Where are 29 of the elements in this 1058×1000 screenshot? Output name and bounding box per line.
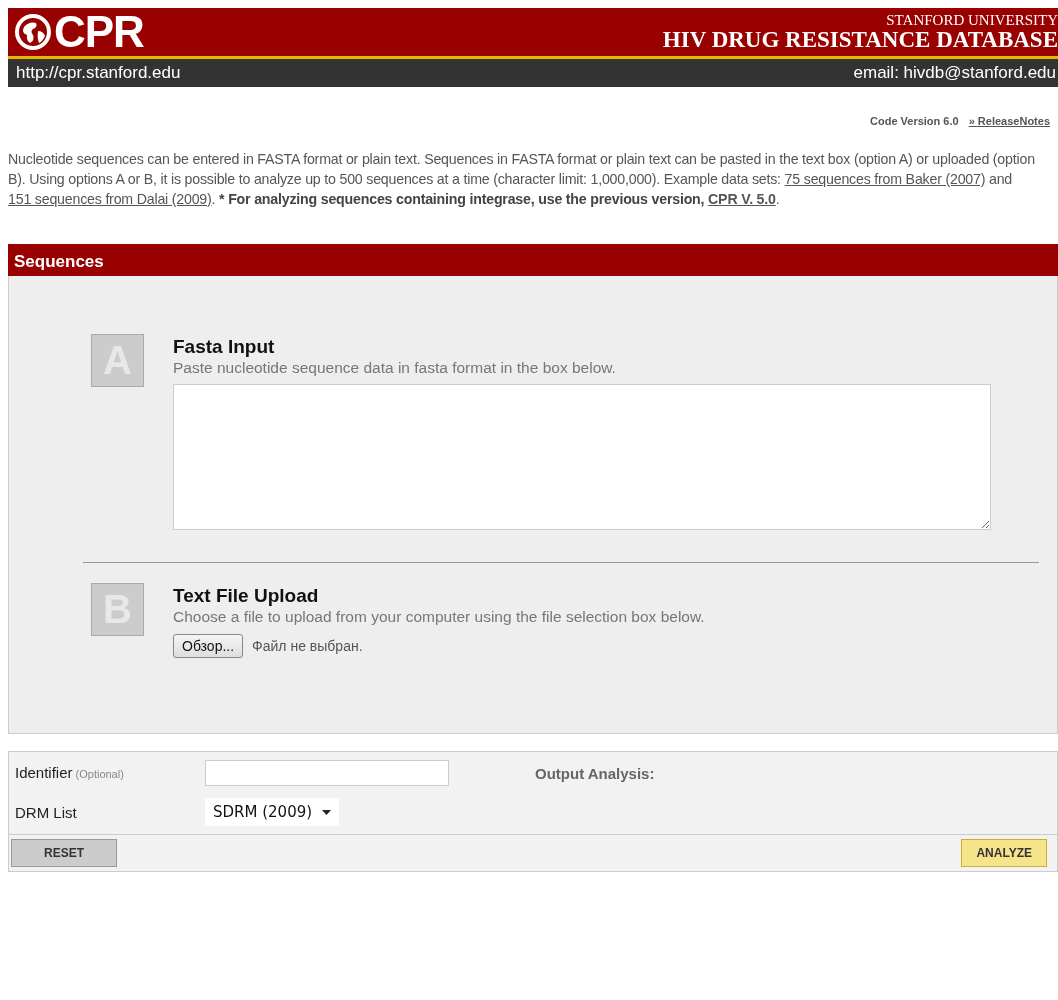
section-header: Sequences	[8, 244, 1058, 276]
browse-button[interactable]: Обзор...	[173, 634, 244, 658]
drm-list-dropdown[interactable]: SDRM (2009)	[205, 798, 340, 826]
contact-email: email: hivdb@stanford.edu	[853, 63, 1056, 83]
code-version: Code Version 6.0	[870, 115, 959, 127]
option-description: Choose a file to upload from your computer using the file selection box below.	[173, 608, 706, 626]
release-notes-link[interactable]: » ReleaseNotes	[968, 115, 1050, 127]
example-link[interactable]: 151 sequences from Dalai (2009)	[8, 191, 212, 207]
option-description: Paste nucleotide sequence data in fasta format in the box below.	[173, 359, 617, 377]
database-title: HIV DRUG RESISTANCE DATABASE	[662, 28, 1058, 51]
globe-icon	[14, 13, 52, 51]
drm-list-label: DRM List	[15, 803, 78, 821]
option-title: Fasta Input	[173, 336, 276, 358]
caret-icon	[322, 809, 332, 815]
output-analysis-label: Output Analysis:	[535, 764, 656, 782]
analyze-button[interactable]: ANALYZE	[961, 839, 1047, 867]
site-url: http://cpr.stanford.edu	[16, 63, 181, 83]
university-name: STANFORD UNIVERSITY	[885, 13, 1058, 28]
optional-hint: (Optional)	[75, 768, 124, 780]
file-status: Файл не выбран.	[252, 638, 363, 654]
reset-button[interactable]: RESET	[11, 839, 117, 867]
identifier-label: Identifier	[15, 764, 73, 781]
intro-paragraph: Nucleotide sequences can be entered in FASTA format or plain text. Sequences in FASTA format or plain text can be pasted in the text box (option A) or uploaded (option B). Using options A or B, it is possible to analyze up to 500 sequences at a time (character limit: 1,000,000). Example data sets: 75 sequences from Baker (2007) and 151 sequences from Dalai (2009). * For analyzing sequences containing integrase, use the previous version, CPR V. 5.0.	[8, 150, 1036, 209]
logo-text: CPR	[54, 10, 144, 54]
identifier-field[interactable]	[205, 760, 449, 786]
option-title: Text File Upload	[173, 585, 320, 607]
sequence-input[interactable]	[173, 384, 991, 530]
example-link[interactable]: 75 sequences from Baker (2007)	[784, 171, 986, 187]
version-link[interactable]: CPR V. 5.0	[708, 191, 776, 207]
